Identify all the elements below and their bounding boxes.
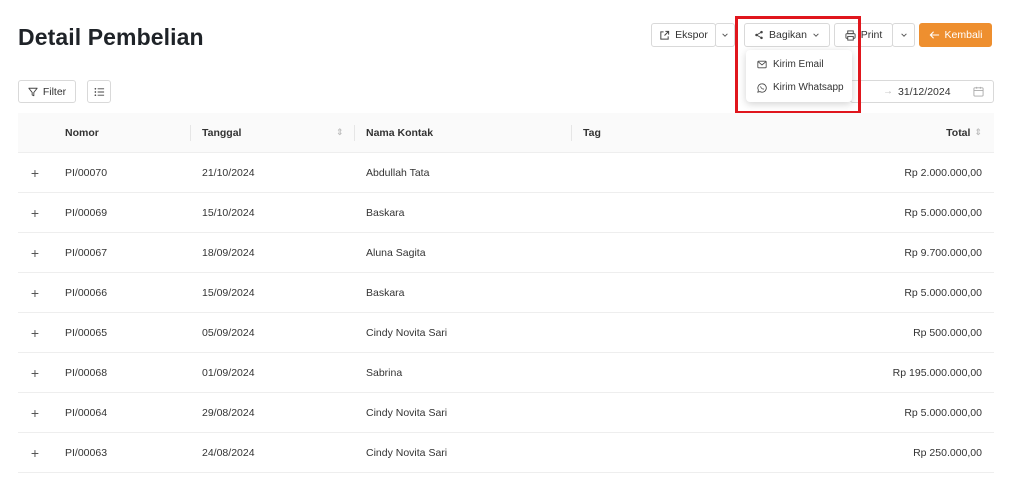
cell-total: Rp 250.000,00 (913, 446, 982, 459)
cell-tanggal: 15/10/2024 (202, 206, 255, 219)
export-button[interactable]: Ekspor (651, 23, 716, 47)
header-total-label: Total (946, 126, 971, 139)
expand-row-button[interactable]: + (28, 273, 42, 312)
expand-row-button[interactable]: + (28, 353, 42, 392)
cell-tanggal: 21/10/2024 (202, 166, 255, 179)
cell-tanggal: 01/09/2024 (202, 366, 255, 379)
export-dropdown-toggle[interactable] (715, 23, 735, 47)
cell-nomor[interactable]: PI/00070 (65, 153, 107, 192)
export-icon (660, 30, 670, 40)
chevron-down-icon (722, 33, 728, 37)
arrow-left-icon (929, 31, 939, 39)
chevron-down-icon (900, 33, 907, 37)
cell-total: Rp 9.700.000,00 (904, 246, 982, 259)
cell-total: Rp 5.000.000,00 (904, 206, 982, 219)
date-end[interactable]: 31/12/2024 (898, 86, 951, 98)
cell-nomor[interactable]: PI/00066 (65, 273, 107, 312)
table-row[interactable]: + PI/00068 01/09/2024 Sabrina Rp 195.000.000… (18, 353, 994, 393)
header-total[interactable]: Total ⇕ (946, 113, 982, 152)
cell-tanggal: 18/09/2024 (202, 246, 255, 259)
cell-total: Rp 5.000.000,00 (904, 406, 982, 419)
cell-nama-kontak: Baskara (366, 206, 405, 219)
calendar-icon (973, 86, 984, 97)
cell-nomor[interactable]: PI/00063 (65, 433, 107, 472)
column-divider (354, 125, 355, 141)
cell-nomor[interactable]: PI/00069 (65, 193, 107, 232)
cell-tanggal: 05/09/2024 (202, 326, 255, 339)
table-row[interactable]: + PI/00070 21/10/2024 Abdullah Tata Rp 2.000… (18, 153, 994, 193)
cell-nama-kontak: Sabrina (366, 366, 403, 379)
page-title: Detail Pembelian (18, 24, 204, 50)
table-header: Nomor Tanggal ⇕ Nama Kontak Tag Total ⇕ (18, 113, 994, 153)
header-tanggal[interactable]: Tanggal (202, 113, 241, 152)
cell-nama-kontak: Aluna Sagita (366, 246, 426, 259)
column-divider (190, 125, 191, 141)
highlight-annotation (735, 16, 861, 114)
expand-row-button[interactable]: + (28, 433, 42, 472)
expand-row-button[interactable]: + (28, 393, 42, 432)
cell-nomor[interactable]: PI/00064 (65, 393, 107, 432)
cell-tanggal: 29/08/2024 (202, 406, 255, 419)
cell-total: Rp 5.000.000,00 (904, 286, 982, 299)
arrow-right-icon: → (883, 86, 893, 97)
expand-row-button[interactable]: + (28, 313, 42, 352)
header-nomor[interactable]: Nomor (65, 113, 99, 152)
header-tag[interactable]: Tag (583, 113, 601, 152)
purchase-table: Nomor Tanggal ⇕ Nama Kontak Tag Total ⇕ … (18, 113, 994, 473)
print-label: Print (860, 29, 883, 41)
expand-row-button[interactable]: + (28, 153, 42, 192)
table-row[interactable]: + PI/00066 15/09/2024 Baskara Rp 5.000.000,0… (18, 273, 994, 313)
cell-tanggal: 24/08/2024 (202, 446, 255, 459)
filter-button[interactable]: Filter (18, 80, 76, 103)
cell-nama-kontak: Cindy Novita Sari (366, 326, 448, 339)
cell-total: Rp 500.000,00 (913, 326, 982, 339)
print-dropdown-toggle[interactable] (892, 23, 915, 47)
back-label: Kembali (944, 29, 983, 41)
date-range-picker[interactable]: → 31/12/2024 (850, 80, 994, 103)
cell-tanggal: 15/09/2024 (202, 286, 255, 299)
expand-row-button[interactable]: + (28, 233, 42, 272)
column-settings-button[interactable] (87, 80, 111, 103)
cell-nomor[interactable]: PI/00065 (65, 313, 107, 352)
table-row[interactable]: + PI/00065 05/09/2024 Cindy Novita Sari Rp 5… (18, 313, 994, 353)
cell-nama-kontak: Cindy Novita Sari (366, 446, 448, 459)
column-divider (571, 125, 572, 141)
cell-nama-kontak: Abdullah Tata (366, 166, 430, 179)
back-button[interactable]: Kembali (919, 23, 992, 47)
list-icon (94, 87, 104, 96)
cell-nomor[interactable]: PI/00068 (65, 353, 107, 392)
sort-icon[interactable]: ⇕ (336, 113, 344, 152)
cell-total: Rp 2.000.000,00 (904, 166, 982, 179)
table-row[interactable]: + PI/00064 29/08/2024 Cindy Novita Sari Rp 5… (18, 393, 994, 433)
filter-label: Filter (42, 85, 67, 98)
cell-nomor[interactable]: PI/00067 (65, 233, 107, 272)
table-row[interactable]: + PI/00069 15/10/2024 Baskara Rp 5.000.000,0… (18, 193, 994, 233)
sort-icon[interactable]: ⇕ (974, 127, 982, 138)
header-nama-kontak[interactable]: Nama Kontak (366, 113, 433, 152)
filter-icon (28, 87, 38, 96)
table-row[interactable]: + PI/00063 24/08/2024 Cindy Novita Sari Rp 2… (18, 433, 994, 473)
expand-row-button[interactable]: + (28, 193, 42, 232)
table-row[interactable]: + PI/00067 18/09/2024 Aluna Sagita Rp 9.700.… (18, 233, 994, 273)
export-label: Ekspor (675, 29, 708, 41)
cell-total: Rp 195.000.000,00 (892, 366, 982, 379)
cell-nama-kontak: Cindy Novita Sari (366, 406, 448, 419)
cell-nama-kontak: Baskara (366, 286, 405, 299)
